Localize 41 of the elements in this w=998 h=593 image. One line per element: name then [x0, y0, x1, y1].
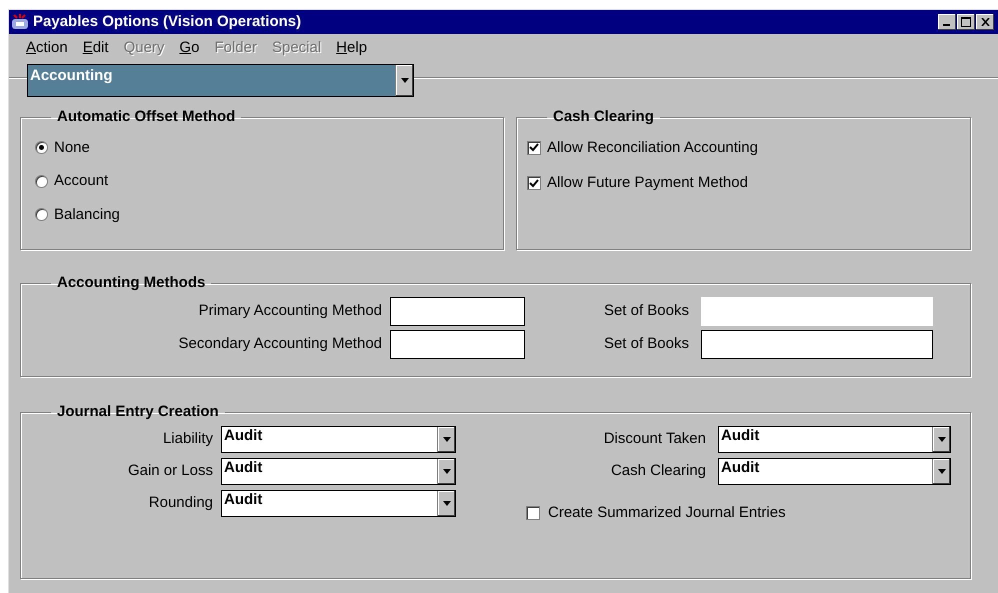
- checkbox[interactable]: [526, 506, 540, 520]
- close-icon: [980, 18, 990, 26]
- window-title: Payables Options (Vision Operations): [33, 12, 302, 32]
- check-icon: [529, 143, 539, 152]
- checkbox[interactable]: [527, 176, 541, 190]
- input-field[interactable]: [701, 330, 933, 358]
- group-title: Journal Entry Creation: [56, 402, 220, 422]
- field-label: Cash Clearing: [610, 460, 707, 481]
- field-label: Set of Books: [602, 300, 690, 321]
- field-label: Secondary Accounting Method: [178, 334, 383, 354]
- maximize-button[interactable]: [957, 14, 975, 30]
- input-field[interactable]: [390, 330, 525, 358]
- radio-label: Balancing: [54, 204, 120, 224]
- radio-button[interactable]: [35, 208, 48, 222]
- menu-item[interactable]: Go: [179, 36, 200, 60]
- check-icon: [529, 178, 539, 188]
- maximize-icon: [961, 17, 971, 27]
- menu-item[interactable]: Action: [26, 36, 68, 60]
- checkbox-label: Create Summarized Journal Entries: [548, 502, 786, 522]
- field-label: Liability: [162, 428, 214, 449]
- group-title: Cash Clearing: [552, 107, 655, 127]
- close-button[interactable]: [976, 14, 994, 30]
- radio-label: Account: [54, 171, 108, 191]
- minimize-button[interactable]: [938, 14, 956, 30]
- radio-button[interactable]: [35, 174, 48, 188]
- field-label: Primary Accounting Method: [198, 300, 383, 321]
- menu-item[interactable]: Help: [336, 36, 368, 60]
- radio-button[interactable]: [35, 141, 48, 154]
- menu-item[interactable]: Edit: [82, 36, 109, 60]
- checkbox-label: Allow Reconciliation Accounting: [547, 138, 758, 158]
- field-label: Rounding: [148, 492, 214, 513]
- radio-label: None: [54, 138, 90, 158]
- app-icon: [11, 13, 29, 31]
- field-label: Discount Taken: [602, 428, 707, 449]
- field-label: Set of Books: [602, 334, 690, 354]
- field-label: Gain or Loss: [126, 460, 214, 481]
- input-field[interactable]: [390, 296, 525, 326]
- group-title: Accounting Methods: [56, 273, 206, 293]
- checkbox-label: Allow Future Payment Method: [547, 173, 748, 193]
- group-title: Automatic Offset Method: [56, 107, 236, 127]
- checkbox[interactable]: [527, 140, 541, 155]
